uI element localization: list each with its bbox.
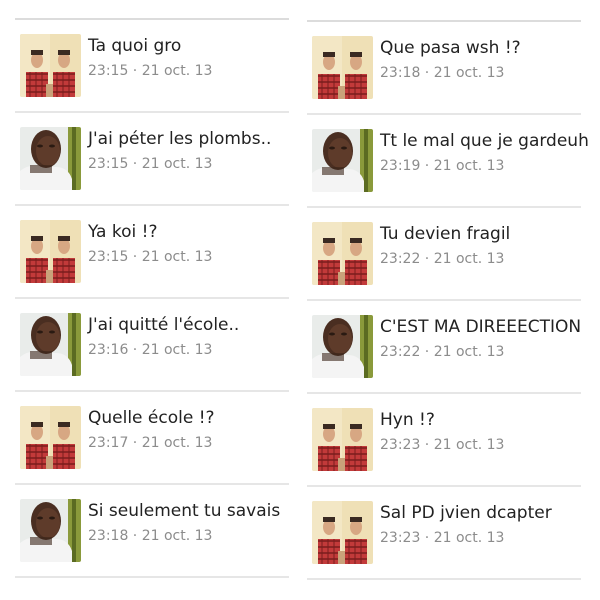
message-text: J'ai quitté l'école..	[88, 315, 240, 335]
avatar[interactable]	[20, 127, 81, 190]
message-timestamp: 23:23 · 21 oct. 13	[380, 437, 505, 453]
message-timestamp: 23:17 · 21 oct. 13	[88, 435, 213, 451]
message-row[interactable]: Tu devien fragil 23:22 · 21 oct. 13	[307, 208, 581, 301]
message-timestamp: 23:15 · 21 oct. 13	[88, 63, 213, 79]
message-text: Tu devien fragil	[380, 224, 511, 244]
avatar[interactable]	[312, 36, 373, 99]
message-row[interactable]: Si seulement tu savais 23:18 · 21 oct. 1…	[15, 485, 289, 578]
message-row[interactable]: Ta quoi gro 23:15 · 21 oct. 13	[15, 20, 289, 113]
message-text: Si seulement tu savais	[88, 501, 281, 521]
message-row[interactable]: Sal PD jvien dcapter 23:23 · 21 oct. 13	[307, 487, 581, 580]
message-list-right: Que pasa wsh !? 23:18 · 21 oct. 13 Tt le…	[307, 0, 589, 580]
message-row[interactable]: Hyn !? 23:23 · 21 oct. 13	[307, 394, 581, 487]
message-timestamp: 23:23 · 21 oct. 13	[380, 530, 505, 546]
message-timestamp: 23:22 · 21 oct. 13	[380, 251, 505, 267]
avatar[interactable]	[20, 499, 81, 562]
message-timestamp: 23:15 · 21 oct. 13	[88, 156, 213, 172]
avatar[interactable]	[20, 34, 81, 97]
message-row[interactable]: Quelle école !? 23:17 · 21 oct. 13	[15, 392, 289, 485]
message-text: Ya koi !?	[88, 222, 158, 242]
message-timestamp: 23:15 · 21 oct. 13	[88, 249, 213, 265]
avatar[interactable]	[312, 408, 373, 471]
message-row[interactable]: J'ai quitté l'école.. 23:16 · 21 oct. 13	[15, 299, 289, 392]
message-text: Hyn !?	[380, 410, 435, 430]
message-row[interactable]: Ya koi !? 23:15 · 21 oct. 13	[15, 206, 289, 299]
message-timestamp: 23:16 · 21 oct. 13	[88, 342, 213, 358]
avatar[interactable]	[312, 315, 373, 378]
message-row[interactable]: Que pasa wsh !? 23:18 · 21 oct. 13	[307, 22, 581, 115]
avatar[interactable]	[20, 313, 81, 376]
message-text: C'EST MA DIREEECTION	[380, 317, 582, 337]
avatar[interactable]	[20, 220, 81, 283]
message-text: Quelle école !?	[88, 408, 215, 428]
message-timestamp: 23:19 · 21 oct. 13	[380, 158, 505, 174]
message-row[interactable]: Tt le mal que je gardeuh 23:19 · 21 oct.…	[307, 115, 589, 208]
screenshot-canvas: Ta quoi gro 23:15 · 21 oct. 13 J'ai péte…	[0, 0, 600, 600]
avatar[interactable]	[312, 222, 373, 285]
message-text: Ta quoi gro	[88, 36, 182, 56]
message-text: Tt le mal que je gardeuh	[380, 131, 589, 151]
avatar[interactable]	[312, 501, 373, 564]
message-text: Que pasa wsh !?	[380, 38, 521, 58]
message-timestamp: 23:18 · 21 oct. 13	[88, 528, 213, 544]
avatar[interactable]	[312, 129, 373, 192]
message-row[interactable]: J'ai péter les plombs.. 23:15 · 21 oct. …	[15, 113, 289, 206]
message-timestamp: 23:22 · 21 oct. 13	[380, 344, 505, 360]
message-text: J'ai péter les plombs..	[88, 129, 272, 149]
message-text: Sal PD jvien dcapter	[380, 503, 552, 523]
message-row[interactable]: C'EST MA DIREEECTION 23:22 · 21 oct. 13	[307, 301, 581, 394]
message-list-left: Ta quoi gro 23:15 · 21 oct. 13 J'ai péte…	[15, 0, 289, 578]
avatar[interactable]	[20, 406, 81, 469]
message-timestamp: 23:18 · 21 oct. 13	[380, 65, 505, 81]
